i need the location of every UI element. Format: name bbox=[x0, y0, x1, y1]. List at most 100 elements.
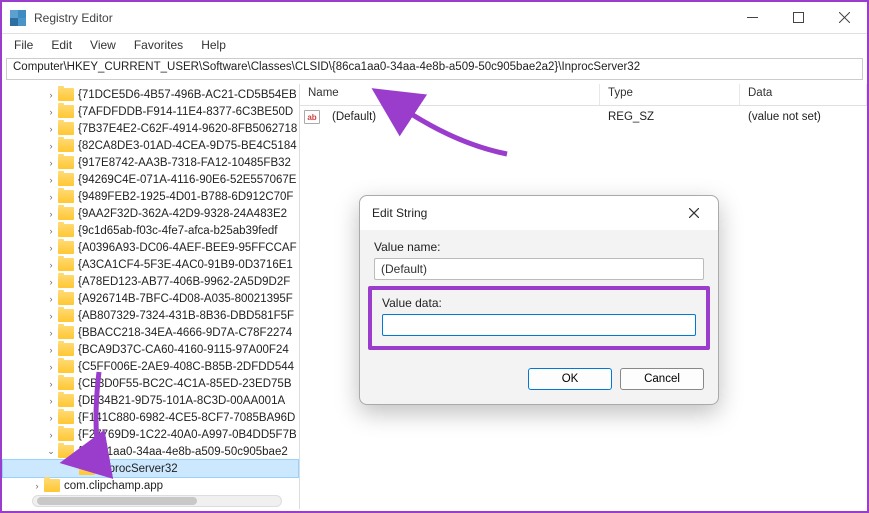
tree-key-label: {F141C880-6982-4CE5-8CF7-7085BA96D bbox=[78, 412, 295, 424]
value-data-highlight: Value data: bbox=[368, 286, 710, 350]
address-bar[interactable]: Computer\HKEY_CURRENT_USER\Software\Clas… bbox=[6, 58, 863, 80]
expand-chevron-icon[interactable] bbox=[46, 209, 56, 219]
folder-icon bbox=[58, 394, 74, 407]
expand-chevron-icon[interactable] bbox=[46, 90, 56, 100]
tree-key-label: {BBACC218-34EA-4666-9D7A-C78F2274 bbox=[78, 327, 292, 339]
dialog-titlebar[interactable]: Edit String bbox=[360, 196, 718, 230]
expand-chevron-icon[interactable] bbox=[46, 294, 56, 304]
tree-key[interactable]: {A0396A93-DC06-4AEF-BEE9-95FFCCAF bbox=[2, 239, 299, 256]
folder-icon bbox=[58, 309, 74, 322]
tree-key[interactable]: {BCA9D37C-CA60-4160-9115-97A00F24 bbox=[2, 341, 299, 358]
tree-key[interactable]: {7B37E4E2-C62F-4914-9620-8FB5062718 bbox=[2, 120, 299, 137]
tree-key-label: {94269C4E-071A-4116-90E6-52E557067E bbox=[78, 174, 296, 186]
expand-chevron-icon[interactable] bbox=[46, 345, 56, 355]
expand-chevron-icon[interactable] bbox=[46, 311, 56, 321]
tree-key-label: {71DCE5D6-4B57-496B-AC21-CD5B54EB bbox=[78, 89, 297, 101]
value-data-label: Value data: bbox=[382, 296, 696, 310]
window-title: Registry Editor bbox=[34, 11, 729, 25]
dialog-buttons: OK Cancel bbox=[360, 360, 718, 404]
folder-icon bbox=[58, 173, 74, 186]
tree-key-label: {CB3D0F55-BC2C-4C1A-85ED-23ED75B bbox=[78, 378, 292, 390]
expand-chevron-icon[interactable] bbox=[46, 226, 56, 236]
value-data-input[interactable] bbox=[382, 314, 696, 336]
tree-key[interactable]: {9489FEB2-1925-4D01-B788-6D912C70F bbox=[2, 188, 299, 205]
scrollbar-thumb[interactable] bbox=[37, 497, 197, 505]
cancel-button[interactable]: Cancel bbox=[620, 368, 704, 390]
tree-key[interactable]: {F141C880-6982-4CE5-8CF7-7085BA96D bbox=[2, 409, 299, 426]
collapse-chevron-icon[interactable] bbox=[46, 446, 56, 457]
tree-key-label: {9AA2F32D-362A-42D9-9328-24A483E2 bbox=[78, 208, 287, 220]
value-row-default[interactable]: ab (Default) REG_SZ (value not set) bbox=[300, 108, 867, 126]
value-name-input[interactable] bbox=[374, 258, 704, 280]
tree-key[interactable]: {C5FF006E-2AE9-408C-B85B-2DFDD544 bbox=[2, 358, 299, 375]
folder-icon bbox=[58, 190, 74, 203]
ok-button[interactable]: OK bbox=[528, 368, 612, 390]
tree-key[interactable]: {A926714B-7BFC-4D08-A035-80021395F bbox=[2, 290, 299, 307]
tree-key[interactable]: {DE34B21-9D75-101A-8C3D-00AA001A bbox=[2, 392, 299, 409]
tree-key[interactable]: {9AA2F32D-362A-42D9-9328-24A483E2 bbox=[2, 205, 299, 222]
tree-key[interactable]: {7AFDFDDB-F914-11E4-8377-6C3BE50D bbox=[2, 103, 299, 120]
window-controls bbox=[729, 2, 867, 34]
tree-key[interactable]: {94269C4E-071A-4116-90E6-52E557067E bbox=[2, 171, 299, 188]
expand-chevron-icon[interactable] bbox=[46, 430, 56, 440]
tree-key-label: {9c1d65ab-f03c-4fe7-afca-b25ab39fedf bbox=[78, 225, 278, 237]
titlebar: Registry Editor bbox=[2, 2, 867, 34]
expand-chevron-icon[interactable] bbox=[46, 413, 56, 423]
tree-key-label: {A3CA1CF4-5F3E-4AC0-91B9-0D3716E1 bbox=[78, 259, 293, 271]
tree-key[interactable]: {BBACC218-34EA-4666-9D7A-C78F2274 bbox=[2, 324, 299, 341]
tree-key[interactable]: {82CA8DE3-01AD-4CEA-9D75-BE4C5184 bbox=[2, 137, 299, 154]
maximize-button[interactable] bbox=[775, 2, 821, 34]
expand-chevron-icon[interactable] bbox=[46, 379, 56, 389]
tree-key[interactable]: {CB3D0F55-BC2C-4C1A-85ED-23ED75B bbox=[2, 375, 299, 392]
tree-key-label: {7B37E4E2-C62F-4914-9620-8FB5062718 bbox=[78, 123, 297, 135]
tree-key[interactable]: {A78ED123-AB77-406B-9962-2A5D9D2F bbox=[2, 273, 299, 290]
tree-key-selected[interactable]: InprocServer32 bbox=[2, 459, 299, 478]
tree-key[interactable]: {AB807329-7324-431B-8B36-DBD581F5F bbox=[2, 307, 299, 324]
tree-key-expanded[interactable]: {86ca1aa0-34aa-4e8b-a509-50c905bae2 bbox=[2, 443, 299, 460]
folder-icon bbox=[58, 105, 74, 118]
tree-key[interactable]: {917E8742-AA3B-7318-FA12-10485FB32 bbox=[2, 154, 299, 171]
menu-edit[interactable]: Edit bbox=[43, 36, 80, 54]
dialog-close-button[interactable] bbox=[676, 199, 712, 227]
menubar: File Edit View Favorites Help bbox=[2, 34, 867, 56]
expand-chevron-icon[interactable] bbox=[46, 124, 56, 134]
tree-key-label: {AB807329-7324-431B-8B36-DBD581F5F bbox=[78, 310, 294, 322]
folder-icon bbox=[58, 377, 74, 390]
expand-chevron-icon[interactable] bbox=[46, 396, 56, 406]
tree-key[interactable]: com.clipchamp.app bbox=[2, 477, 299, 494]
menu-help[interactable]: Help bbox=[193, 36, 234, 54]
menu-favorites[interactable]: Favorites bbox=[126, 36, 191, 54]
expand-chevron-icon[interactable] bbox=[46, 175, 56, 185]
menu-file[interactable]: File bbox=[6, 36, 41, 54]
expand-chevron-icon[interactable] bbox=[46, 192, 56, 202]
minimize-button[interactable] bbox=[729, 2, 775, 34]
tree-key[interactable]: {71DCE5D6-4B57-496B-AC21-CD5B54EB bbox=[2, 86, 299, 103]
expand-chevron-icon[interactable] bbox=[32, 481, 42, 491]
expand-chevron-icon[interactable] bbox=[46, 260, 56, 270]
expand-chevron-icon[interactable] bbox=[46, 107, 56, 117]
column-name[interactable]: Name bbox=[300, 84, 600, 105]
list-header: Name Type Data bbox=[300, 84, 867, 106]
expand-chevron-icon[interactable] bbox=[46, 362, 56, 372]
dialog-title: Edit String bbox=[372, 206, 676, 220]
expand-chevron-icon[interactable] bbox=[46, 243, 56, 253]
close-button[interactable] bbox=[821, 2, 867, 34]
folder-icon bbox=[58, 411, 74, 424]
tree-key[interactable]: {A3CA1CF4-5F3E-4AC0-91B9-0D3716E1 bbox=[2, 256, 299, 273]
column-type[interactable]: Type bbox=[600, 84, 740, 105]
edit-string-dialog: Edit String Value name: Value data: OK C… bbox=[359, 195, 719, 405]
menu-view[interactable]: View bbox=[82, 36, 124, 54]
registry-tree[interactable]: {71DCE5D6-4B57-496B-AC21-CD5B54EB {7AFDFD… bbox=[2, 84, 299, 509]
expand-chevron-icon[interactable] bbox=[46, 158, 56, 168]
expand-chevron-icon[interactable] bbox=[46, 277, 56, 287]
tree-key[interactable]: {9c1d65ab-f03c-4fe7-afca-b25ab39fedf bbox=[2, 222, 299, 239]
tree-key-label: {DE34B21-9D75-101A-8C3D-00AA001A bbox=[78, 395, 285, 407]
tree-key[interactable]: {F27769D9-1C22-40A0-A997-0B4DD5F7B bbox=[2, 426, 299, 443]
value-name-cell: (Default) bbox=[324, 111, 600, 123]
column-data[interactable]: Data bbox=[740, 84, 867, 105]
expand-chevron-icon[interactable] bbox=[46, 328, 56, 338]
folder-icon bbox=[58, 275, 74, 288]
expand-chevron-icon[interactable] bbox=[46, 141, 56, 151]
folder-icon bbox=[58, 428, 74, 441]
horizontal-scrollbar[interactable] bbox=[32, 495, 282, 507]
